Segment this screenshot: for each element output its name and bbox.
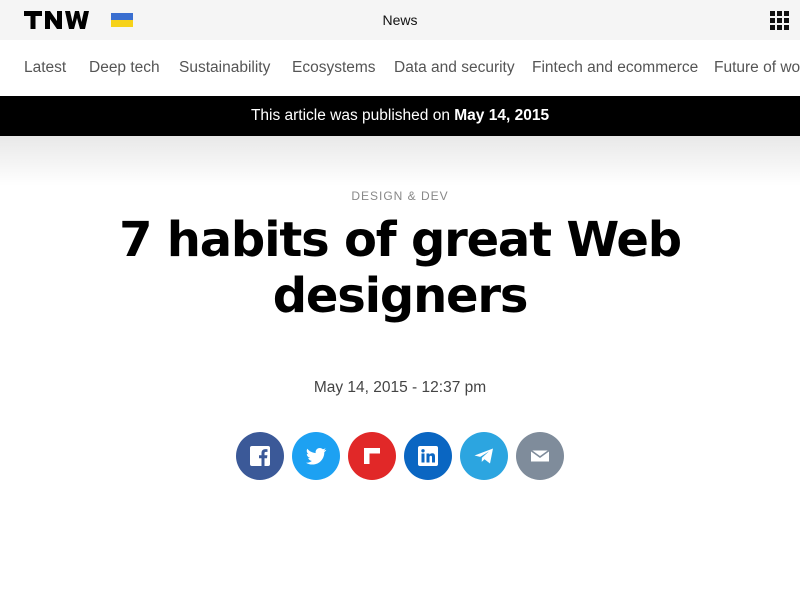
nav-item-latest[interactable]: Latest	[24, 59, 66, 77]
category-nav: Latest Deep tech Sustainability Ecosyste…	[0, 40, 800, 96]
share-linkedin-button[interactable]	[404, 432, 452, 480]
article-title: 7 habits of great Web designers	[119, 212, 682, 324]
email-icon	[530, 449, 550, 462]
linkedin-icon	[418, 446, 438, 466]
facebook-icon	[250, 446, 270, 466]
banner-prefix: This article was published on	[250, 107, 455, 124]
nav-item-fintech-and-ecommerce[interactable]: Fintech and ecommerce	[532, 59, 698, 77]
article-date: May 14, 2015 - 12:37 pm	[313, 379, 487, 396]
published-banner: This article was published on May 14, 20…	[0, 96, 800, 136]
nav-item-future-of-work[interactable]: Future of work	[714, 59, 800, 77]
nav-item-ecosystems[interactable]: Ecosystems	[292, 59, 376, 77]
share-twitter-button[interactable]	[292, 432, 340, 480]
section-title[interactable]: News	[0, 12, 800, 28]
share-telegram-button[interactable]	[460, 432, 508, 480]
share-facebook-button[interactable]	[236, 432, 284, 480]
banner-date: May 14, 2015	[454, 107, 550, 124]
nav-item-sustainability[interactable]: Sustainability	[179, 59, 270, 77]
telegram-icon	[474, 448, 493, 464]
twitter-icon	[306, 447, 327, 465]
grid-menu-icon[interactable]	[770, 11, 789, 30]
share-flipboard-button[interactable]	[348, 432, 396, 480]
banner-shadow	[0, 136, 800, 186]
article-category[interactable]: DESIGN & DEV	[0, 189, 800, 203]
top-bar: News	[0, 0, 800, 40]
nav-item-deep-tech[interactable]: Deep tech	[89, 59, 160, 77]
share-email-button[interactable]	[516, 432, 564, 480]
flipboard-icon	[364, 448, 380, 464]
nav-item-data-and-security[interactable]: Data and security	[394, 59, 515, 77]
